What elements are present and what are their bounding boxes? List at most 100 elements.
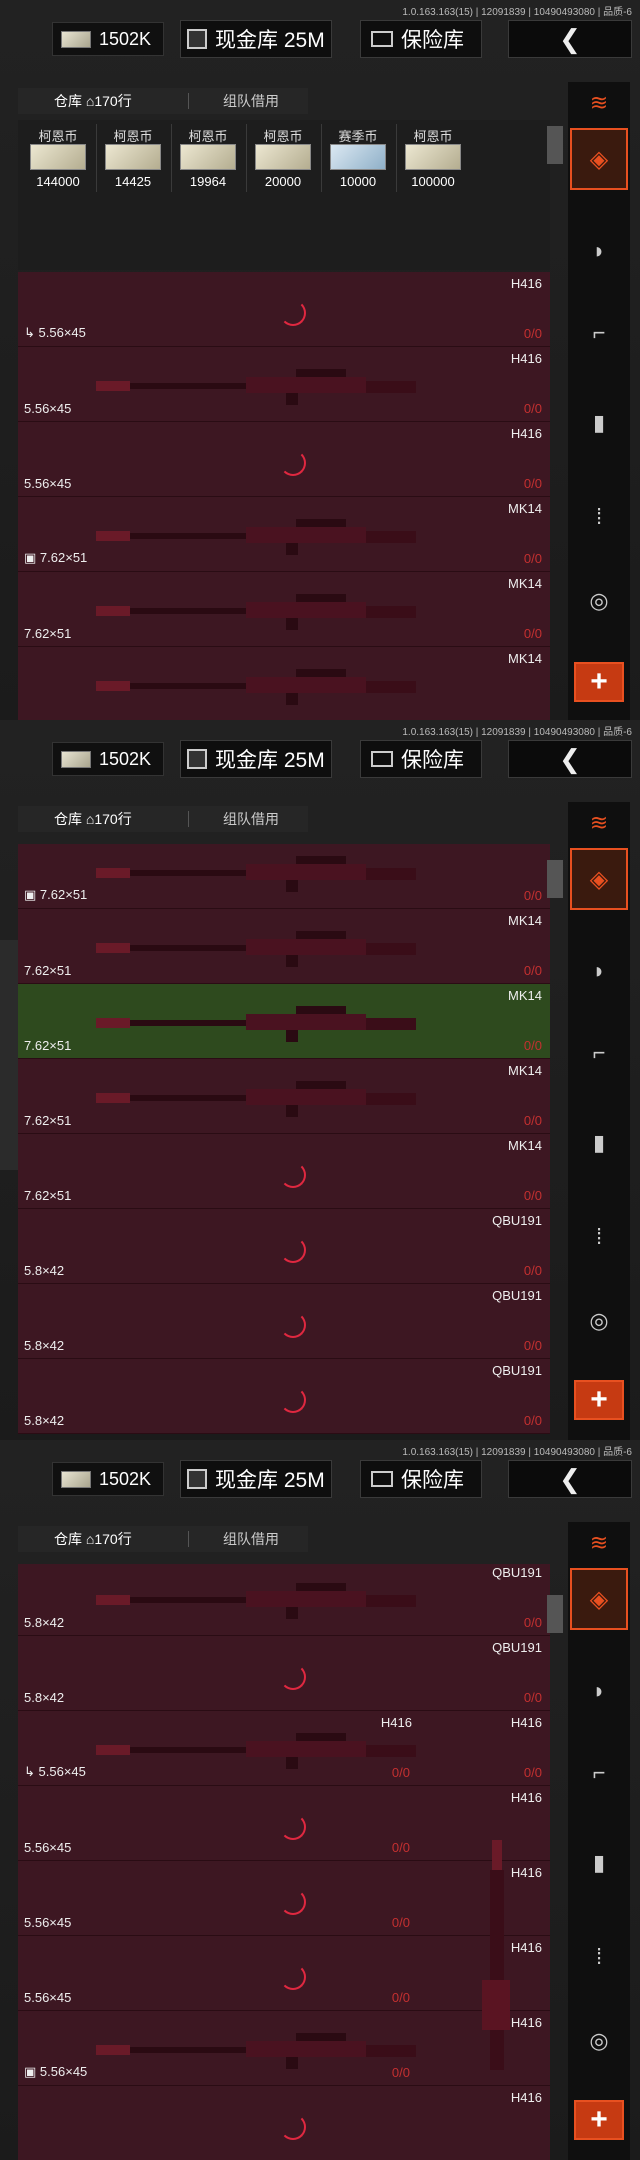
scope-icon[interactable]: ◎ <box>578 582 620 620</box>
weapon-name: H416 <box>510 1790 542 1805</box>
scrollbar[interactable] <box>547 126 563 164</box>
scrollbar[interactable] <box>547 860 563 898</box>
category-sidebar: ≋ ◈ ◗ ⌐ ▮ ⁞ ◎ + <box>568 802 630 1440</box>
inventory-row[interactable]: H416 5.56×45 0/0 <box>18 1786 550 1861</box>
rifle-icon[interactable]: ⌐ <box>578 1754 620 1792</box>
safe-button[interactable]: 保险库 <box>360 1460 482 1498</box>
weapon-name: H416 <box>510 426 542 441</box>
tab-warehouse[interactable]: 仓库 ⌂170行 <box>18 809 188 829</box>
caliber-label: 5.8×42 <box>24 1263 65 1278</box>
weapon-name: H416 <box>510 1865 542 1880</box>
scope-icon[interactable]: ◎ <box>578 1302 620 1340</box>
durability-value: 0/0 <box>523 1113 542 1128</box>
ammo-icon[interactable]: ⁞ <box>578 1218 620 1256</box>
money-display[interactable]: 1502K <box>52 22 164 56</box>
tab-team-borrow[interactable]: 组队借用 <box>189 809 279 829</box>
money-display[interactable]: 1502K <box>52 742 164 776</box>
inventory-row[interactable]: MK14 7.62×51 0/0 <box>18 572 550 647</box>
currency-value: 19964 <box>189 174 227 189</box>
inventory-row[interactable]: ▣ 7.62×51 0/0 <box>18 844 550 909</box>
caliber-label: 7.62×51 <box>24 963 72 978</box>
inventory-row[interactable]: H416 5.56×45 0/0 <box>18 347 550 422</box>
currency-item[interactable]: 赛季币 10000 <box>322 124 394 192</box>
caliber-label: 5.8×42 <box>24 1615 65 1630</box>
sort-icon[interactable]: ≋ <box>578 1528 620 1558</box>
magazine-icon[interactable]: ▮ <box>578 404 620 442</box>
inventory-row[interactable]: H416 5.56×45 0/0 <box>18 1861 550 1936</box>
inventory-row[interactable]: MK14 7.62×51 0/0 <box>18 1059 550 1134</box>
back-button[interactable]: ❮ <box>508 740 632 778</box>
inventory-row[interactable]: MK14 ▣ 7.62×51 0/0 <box>18 497 550 572</box>
inventory-row[interactable]: QBU191 5.8×42 0/0 <box>18 1209 550 1284</box>
rifle-icon[interactable]: ⌐ <box>578 314 620 352</box>
cash-bundle-icon <box>405 144 461 170</box>
magazine-icon[interactable]: ▮ <box>578 1124 620 1162</box>
inventory-row[interactable]: H416 5.56×45 0/0 <box>18 422 550 497</box>
currency-item[interactable]: 柯恩币 100000 <box>397 124 469 192</box>
loading-spinner-icon <box>280 2114 306 2140</box>
helmet-icon[interactable]: ◗ <box>578 952 620 990</box>
helmet-icon[interactable]: ◗ <box>578 232 620 270</box>
inventory-row[interactable]: H416 ↳ 5.56×45 0/0 <box>18 272 550 347</box>
inventory-row[interactable]: QBU191 5.8×42 0/0 <box>18 1284 550 1359</box>
inventory-row[interactable]: MK14 7.62×51 0/0 <box>18 909 550 984</box>
all-category-icon[interactable]: ◈ <box>570 128 628 190</box>
tab-team-borrow[interactable]: 组队借用 <box>189 91 279 111</box>
weapon-name: H416 <box>510 1715 542 1730</box>
left-edge-tab[interactable] <box>0 940 18 1170</box>
tab-warehouse[interactable]: 仓库 ⌂170行 <box>18 91 188 111</box>
rifle-icon[interactable]: ⌐ <box>578 1034 620 1072</box>
tab-warehouse[interactable]: 仓库 ⌂170行 <box>18 1529 188 1549</box>
back-arrow-icon: ❮ <box>559 1463 581 1494</box>
magazine-icon[interactable]: ▮ <box>578 1844 620 1882</box>
inventory-row[interactable]: H416 <box>18 2086 550 2160</box>
currency-item[interactable]: 柯恩币 14425 <box>97 124 169 192</box>
weapon-name: QBU191 <box>492 1363 542 1378</box>
currency-item[interactable]: 柯恩币 20000 <box>247 124 319 192</box>
loading-spinner-icon <box>280 1964 306 1990</box>
currency-name: 柯恩币 <box>188 129 228 144</box>
inventory-row[interactable]: MK14 7.62×51 0/0 <box>18 1134 550 1209</box>
caliber-label: ▣ 5.56×45 <box>24 2064 88 2079</box>
ammo-icon[interactable]: ⁞ <box>578 1938 620 1976</box>
money-display[interactable]: 1502K <box>52 1462 164 1496</box>
weapon-name: MK14 <box>508 1063 542 1078</box>
tab-team-borrow[interactable]: 组队借用 <box>189 1529 279 1549</box>
inventory-row[interactable]: QBU191 5.8×42 0/0 <box>18 1564 550 1636</box>
all-category-icon[interactable]: ◈ <box>570 848 628 910</box>
cash-vault-button[interactable]: 现金库 25M <box>180 740 332 778</box>
inventory-row[interactable]: H416 H416 ↳ 5.56×45 0/0 0/0 <box>18 1711 550 1786</box>
sort-icon[interactable]: ≋ <box>578 88 620 118</box>
currency-item[interactable]: 柯恩币 19964 <box>172 124 244 192</box>
currency-item[interactable]: 柯恩币 144000 <box>22 124 94 192</box>
safe-button[interactable]: 保险库 <box>360 740 482 778</box>
screen-3: 1.0.163.163(15) | 12091839 | 10490493080… <box>0 1440 640 2160</box>
inventory-row[interactable]: MK14 7.62×51 0/0 <box>18 984 550 1059</box>
inventory-row[interactable]: MK14 <box>18 647 550 720</box>
cash-vault-button[interactable]: 现金库 25M <box>180 1460 332 1498</box>
cash-vault-label: 现金库 25M <box>215 1469 325 1492</box>
back-button[interactable]: ❮ <box>508 20 632 58</box>
loading-spinner-icon <box>280 1162 306 1188</box>
weapon-name: MK14 <box>508 913 542 928</box>
loading-spinner-icon <box>280 1889 306 1915</box>
inventory-row[interactable]: H416 ▣ 5.56×45 0/0 <box>18 2011 550 2086</box>
sort-icon[interactable]: ≋ <box>578 808 620 838</box>
inventory-row[interactable]: H416 5.56×45 0/0 <box>18 1936 550 2011</box>
loading-spinner-icon <box>280 300 306 326</box>
inventory-row[interactable]: QBU191 5.8×42 0/0 <box>18 1636 550 1711</box>
helmet-icon[interactable]: ◗ <box>578 1672 620 1710</box>
inventory-row[interactable]: QBU191 5.8×42 0/0 <box>18 1359 550 1434</box>
ammo-icon[interactable]: ⁞ <box>578 498 620 536</box>
dragged-rifle-image[interactable] <box>478 1840 514 2080</box>
safe-button[interactable]: 保险库 <box>360 20 482 58</box>
back-button[interactable]: ❮ <box>508 1460 632 1498</box>
cash-vault-button[interactable]: 现金库 25M <box>180 20 332 58</box>
scrollbar[interactable] <box>547 1595 563 1633</box>
scope-icon[interactable]: ◎ <box>578 2022 620 2060</box>
all-category-icon[interactable]: ◈ <box>570 1568 628 1630</box>
add-button[interactable]: + <box>574 2100 624 2140</box>
add-button[interactable]: + <box>574 662 624 702</box>
currency-value: 144000 <box>36 174 80 189</box>
add-button[interactable]: + <box>574 1380 624 1420</box>
